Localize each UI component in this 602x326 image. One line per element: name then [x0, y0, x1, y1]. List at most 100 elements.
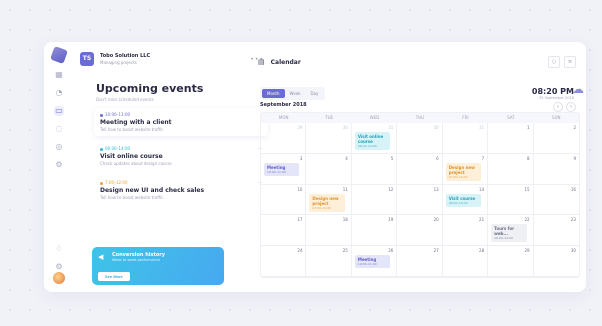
day-cell[interactable]: 20 — [397, 215, 443, 247]
dot-icon — [100, 147, 103, 151]
day-cell[interactable]: 24 — [261, 246, 307, 277]
weekday-label: THU — [415, 115, 425, 120]
calendar-event[interactable]: Meeting 10:00–11:00 — [354, 255, 391, 269]
day-number: 18 — [342, 217, 348, 223]
weather-icon: ☁ — [572, 82, 584, 96]
gear-icon[interactable]: ⚙ — [54, 262, 64, 272]
tab-month[interactable]: Month — [262, 89, 285, 98]
day-number: 22 — [524, 217, 530, 223]
dot-icon — [100, 113, 103, 117]
day-cell[interactable]: 29 — [488, 246, 534, 277]
day-number: 1 — [527, 125, 530, 130]
calendar-event-time: 06:00–14:00 — [357, 144, 377, 148]
app-window: ▦ ◔ ▭ ◌ ◎ ⚙ ♢ ⚙ TS Tobo Solution LLC Man… — [44, 42, 586, 292]
event-title: Meeting with a client — [100, 119, 172, 126]
event-card[interactable]: ··· 7:00–12:00 Design new UI and check s… — [94, 176, 268, 204]
day-cell[interactable]: 12 — [351, 184, 398, 216]
dot-icon — [100, 181, 103, 185]
day-cell[interactable]: 21 — [442, 215, 489, 247]
weekday-header: MON TUE WED THU FRI SAT SUN — [261, 113, 579, 123]
day-cell[interactable]: 3 Meeting 10:00–11:00 — [261, 153, 307, 185]
day-cell[interactable]: 28 — [442, 246, 489, 277]
day-cell[interactable]: 30 — [306, 123, 352, 154]
day-cell[interactable]: 10 — [261, 184, 307, 216]
tab-week[interactable]: Week — [285, 89, 306, 98]
day-cell[interactable]: 8 — [488, 153, 534, 185]
day-number: 26 — [388, 248, 394, 254]
day-cell[interactable]: 1 — [488, 123, 534, 154]
event-title: Design new UI and check sales — [100, 187, 205, 194]
month-nav: ‹ › — [550, 102, 576, 112]
calendar-event[interactable]: Visit online course 06:00–14:00 — [354, 132, 391, 150]
folder-icon[interactable]: ▭ — [54, 106, 64, 116]
current-time: 08:20 PM — [531, 87, 574, 96]
day-cell[interactable]: 25 — [306, 246, 352, 277]
day-number: 31 — [479, 125, 485, 130]
calendar-event[interactable]: Design new project 07:00–12:00 — [445, 162, 482, 181]
calendar-event[interactable]: Tours for web... 10:00–12:00 — [491, 224, 527, 243]
settings-icon[interactable]: ⚙ — [54, 160, 64, 170]
calendar-event-time: 10:00–11:00 — [267, 169, 286, 174]
day-cell[interactable]: 5 — [351, 153, 398, 185]
day-cell[interactable]: 9 — [533, 154, 579, 185]
chevron-right-icon[interactable]: › — [566, 102, 576, 112]
day-cell[interactable]: 17 — [261, 215, 307, 247]
day-cell[interactable]: 26 Meeting 10:00–11:00 — [351, 246, 398, 277]
day-cell[interactable]: 27 — [397, 246, 443, 277]
calendar-icon: ▤ — [258, 58, 265, 66]
day-cell[interactable]: 22 Tours for web... 10:00–12:00 — [488, 215, 534, 247]
day-cell[interactable]: 7 Design new project 07:00–12:00 — [442, 153, 489, 185]
users-icon[interactable]: ◎ — [54, 142, 64, 152]
day-cell[interactable]: 31 — [442, 123, 489, 154]
calendar-event[interactable]: Meeting 10:00–11:00 — [264, 162, 300, 176]
day-number: 23 — [570, 217, 576, 223]
current-date: 25 September 2018 — [539, 96, 574, 100]
calendar-icon[interactable]: ▦ — [54, 70, 64, 80]
calendar-event[interactable]: Visit course 06:00–14:00 — [445, 193, 482, 207]
day-number: 16 — [570, 186, 576, 192]
chart-icon[interactable]: ◔ — [54, 88, 64, 98]
see-more-button[interactable]: See More — [98, 272, 130, 281]
search-icon[interactable]: ○ — [548, 56, 560, 68]
day-cell[interactable]: 16 — [533, 185, 579, 216]
calendar-event[interactable]: Design new project 07:00–12:00 — [309, 193, 345, 212]
avatar[interactable] — [53, 272, 65, 284]
day-cell[interactable]: 30 — [397, 123, 443, 154]
org-name: Tobo Solution LLC — [100, 53, 151, 59]
day-cell[interactable]: 2 — [533, 123, 579, 154]
tab-day[interactable]: Day — [306, 89, 324, 98]
day-cell[interactable]: 13 — [397, 184, 443, 216]
month-days: 29 30 31 Visit online course 06:00–14:00 30 31… — [261, 123, 579, 277]
day-cell[interactable]: 14 Visit course 06:00–14:00 — [442, 184, 489, 216]
event-desc: Check updates about design course — [100, 161, 172, 166]
day-cell[interactable]: 23 — [533, 215, 579, 247]
weekday-label: TUE — [325, 115, 334, 120]
bell-icon[interactable]: ♢ — [54, 244, 64, 254]
day-cell[interactable]: 19 — [351, 215, 398, 247]
cube-logo-icon[interactable] — [50, 46, 68, 64]
org-switcher[interactable]: TS Tobo Solution LLC Managing projects •… — [80, 52, 264, 66]
calendar-event-time: 07:00–12:00 — [312, 205, 332, 210]
chat-icon[interactable]: ◌ — [54, 124, 64, 134]
day-cell[interactable]: 29 — [261, 123, 307, 154]
calendar-event-time: 07:00–12:00 — [448, 174, 468, 179]
day-number: 15 — [524, 186, 530, 192]
day-number: 5 — [390, 155, 394, 161]
event-card[interactable]: ··· 06:00–14:00 Visit online course Chec… — [94, 142, 268, 170]
day-number: 28 — [479, 248, 485, 254]
day-cell[interactable]: 15 — [488, 184, 534, 216]
promo-subtitle: Week to week performance — [112, 258, 161, 262]
day-cell[interactable]: 18 — [306, 215, 352, 247]
weekday-label: MON — [278, 115, 289, 120]
day-cell[interactable]: 31 Visit online course 06:00–14:00 — [351, 123, 398, 154]
day-cell[interactable]: 30 — [533, 246, 579, 277]
calendar-event-title: Visit online course — [357, 134, 384, 144]
conversion-history-card: ◀ Conversion history Week to week perfor… — [92, 247, 224, 285]
chevron-left-icon[interactable]: ‹ — [553, 102, 563, 112]
day-cell[interactable]: 6 — [397, 153, 443, 185]
event-card[interactable]: 10:00–11:00 Meeting with a client Tell h… — [94, 108, 268, 136]
day-cell[interactable]: 11 Design new project 07:00–12:00 — [306, 184, 352, 216]
filter-icon[interactable]: ≡ — [564, 56, 576, 68]
day-number: 27 — [433, 248, 439, 254]
day-cell[interactable]: 4 — [306, 153, 352, 185]
